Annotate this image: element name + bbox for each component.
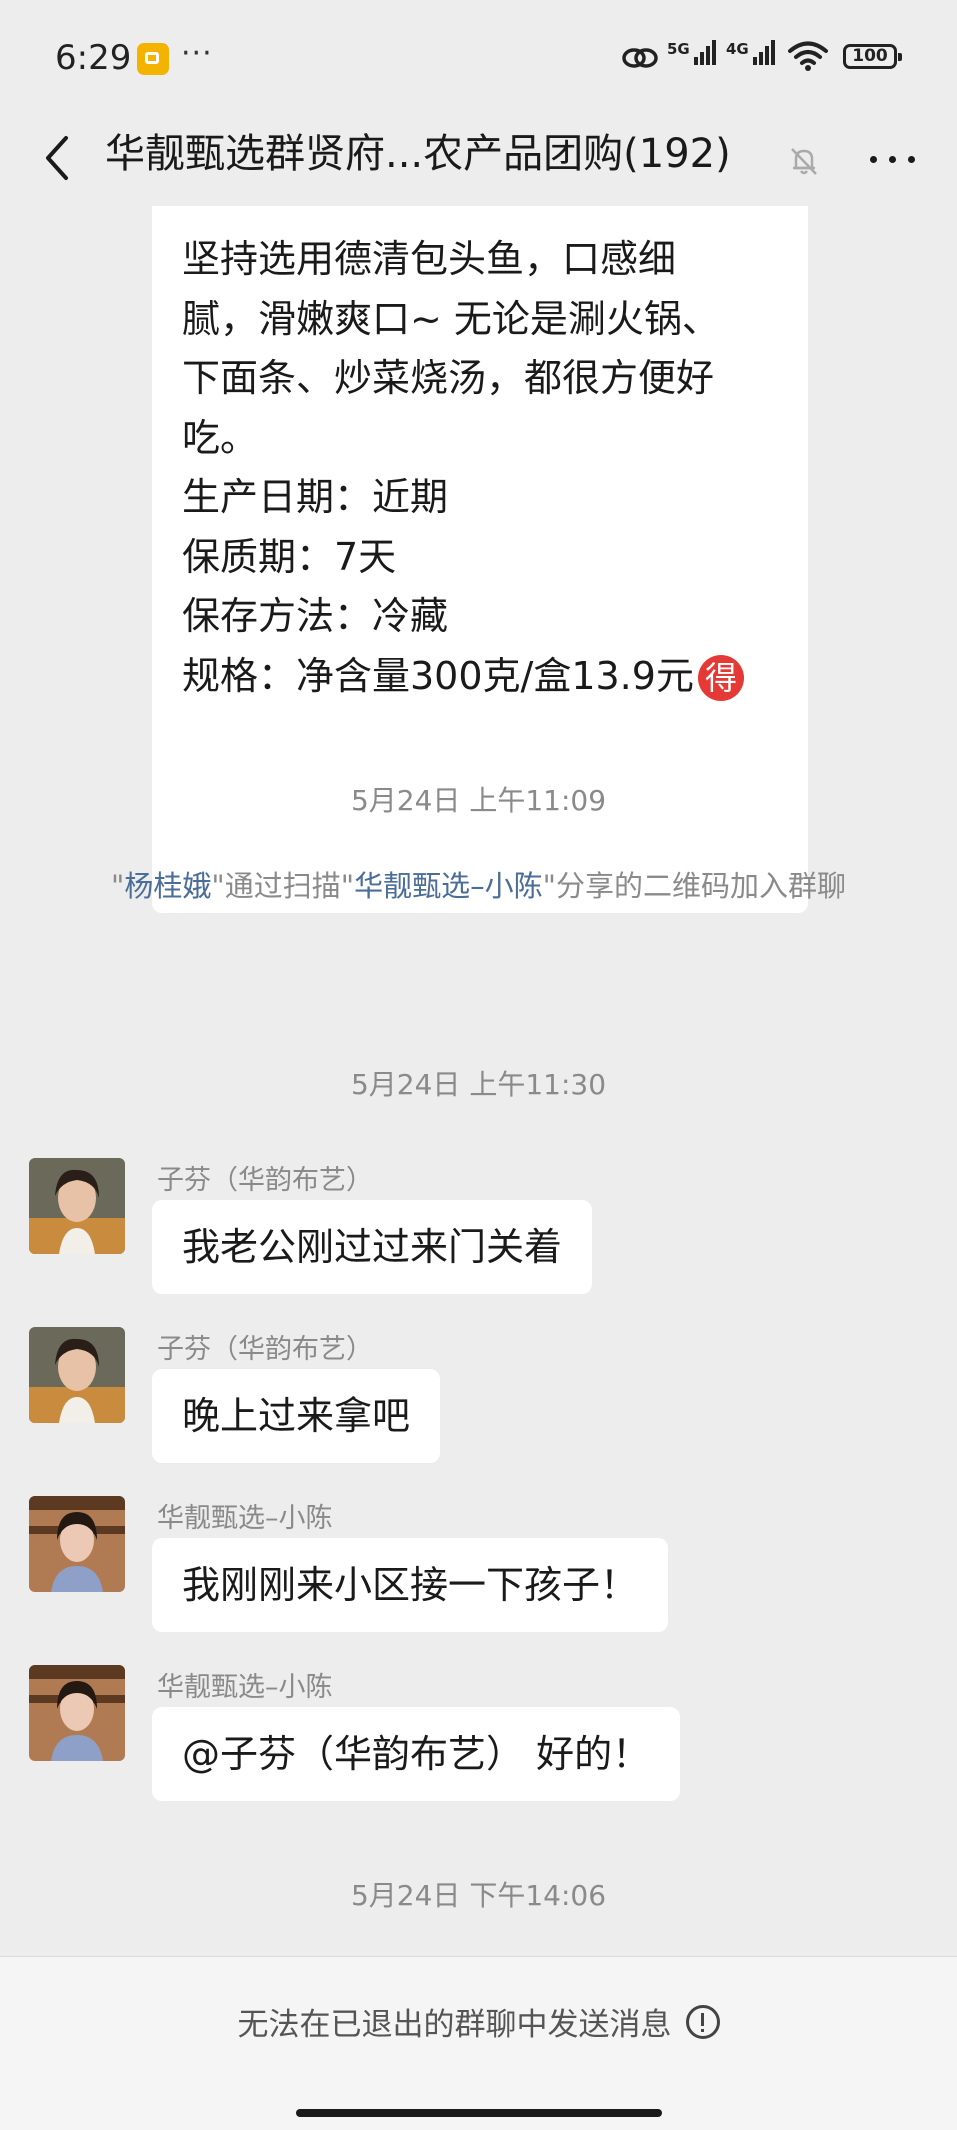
back-arrow-icon[interactable]	[38, 130, 88, 186]
product-line: 保质期：7天	[182, 534, 397, 579]
avatar[interactable]	[29, 1158, 125, 1254]
product-line: 保存方法：冷藏	[182, 594, 449, 638]
status-time: 6:29	[55, 38, 132, 78]
chat-title[interactable]: 华靓甄选群贤府...农产品团购(192)	[105, 124, 731, 184]
member-name-link[interactable]: 杨桂娥	[124, 869, 211, 903]
product-line: 吃。	[182, 415, 259, 460]
sender-name: 华靓甄选–小陈	[157, 1503, 333, 1534]
product-line: 生产日期：近期	[182, 475, 449, 519]
wifi-icon	[788, 41, 828, 71]
timestamp: 5月24日 上午11:09	[350, 784, 607, 817]
message-bubble[interactable]: @子芬（华韵布艺） 好的！	[152, 1707, 681, 1801]
sharer-name-link[interactable]: 华靓甄选–小陈	[354, 869, 543, 903]
product-line: 腻，滑嫩爽口~ 无论是涮火锅、	[182, 296, 720, 341]
avatar[interactable]	[29, 1327, 125, 1423]
hotspot-link-icon	[622, 48, 658, 68]
system-join-notice: "杨桂娥"通过扫描"华靓甄选–小陈"分享的二维码加入群聊	[111, 869, 846, 903]
info-icon[interactable]	[685, 2004, 720, 2039]
muted-bell-icon	[791, 148, 817, 175]
avatar[interactable]	[29, 1665, 125, 1761]
battery-level: 100	[852, 46, 888, 66]
sender-name: 华靓甄选–小陈	[157, 1672, 333, 1703]
home-indicator[interactable]	[296, 2109, 662, 2117]
timestamp: 5月24日 上午11:30	[350, 1068, 607, 1101]
avatar[interactable]	[29, 1496, 125, 1592]
more-options-icon[interactable]	[862, 134, 922, 184]
sender-name: 子芬（华韵布艺）	[157, 1165, 373, 1196]
message-bubble[interactable]: 晚上过来拿吧	[152, 1369, 441, 1463]
product-line: 下面条、炒菜烧汤，都很方便好	[182, 356, 715, 400]
signal-5g-icon: 5G	[667, 40, 716, 65]
input-area-disabled: 无法在已退出的群聊中发送消息	[0, 1956, 957, 2130]
product-line: 坚持选用德清包头鱼，口感细	[182, 237, 677, 281]
signal-4g-icon: 4G	[726, 40, 775, 65]
product-line: 规格：净含量300克/盒13.9元	[182, 653, 694, 698]
status-bar: 6:29 ··· 5G 4G 100	[0, 0, 957, 110]
message-bubble[interactable]: 我老公刚过过来门关着	[152, 1200, 593, 1294]
chat-message-list[interactable]: 坚持选用德清包头鱼，口感细 腻，滑嫩爽口~ 无论是涮火锅、 下面条、炒菜烧汤，都…	[0, 206, 957, 1956]
exited-group-notice: 无法在已退出的群聊中发送消息	[0, 1999, 957, 2044]
product-line-with-badge: 规格：净含量300克/盒13.9元得	[182, 647, 808, 707]
gallery-app-icon	[137, 43, 169, 75]
sender-name: 子芬（华韵布艺）	[157, 1334, 373, 1365]
timestamp: 5月24日 下午14:06	[350, 1879, 607, 1912]
chat-header: 华靓甄选群贤府...农产品团购(192)	[0, 110, 957, 206]
message-bubble[interactable]: 我刚刚来小区接一下孩子！	[152, 1538, 669, 1632]
battery-icon: 100	[843, 44, 902, 69]
more-notifications-icon: ···	[181, 36, 213, 71]
de-badge-icon[interactable]: 得	[697, 655, 744, 701]
